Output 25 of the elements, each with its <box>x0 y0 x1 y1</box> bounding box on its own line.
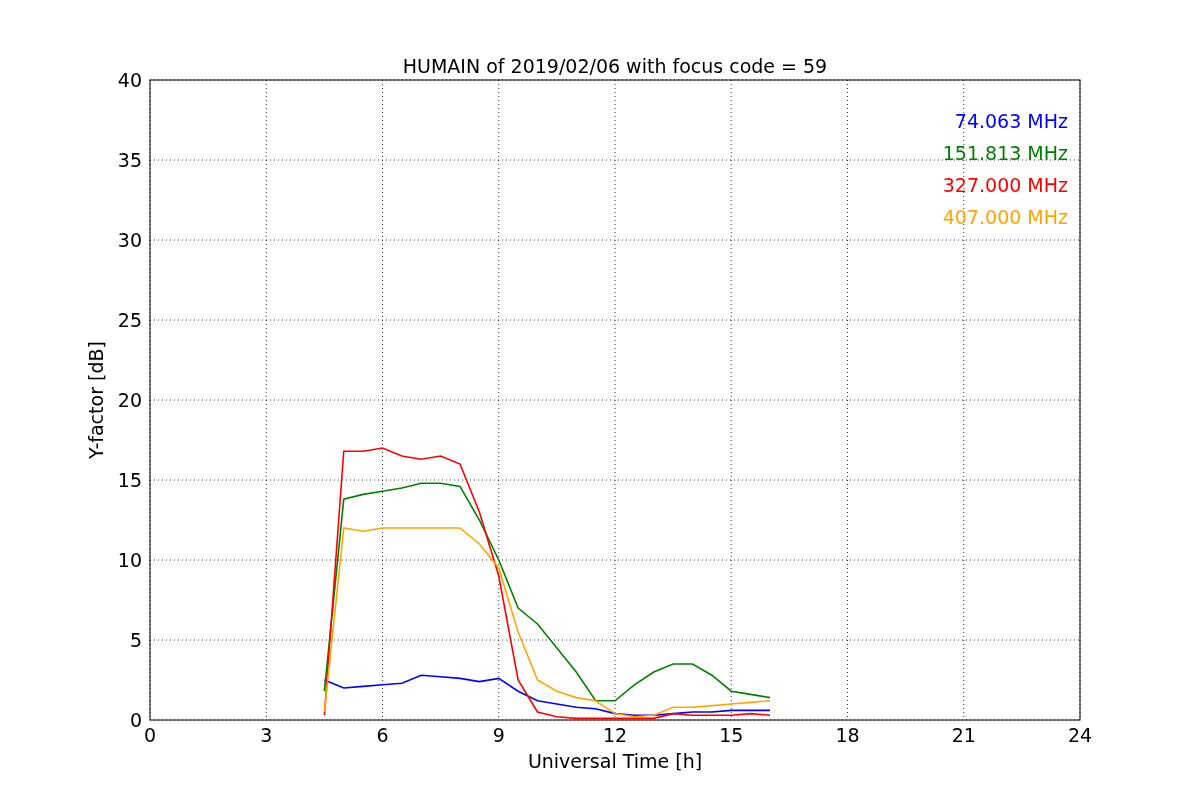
y-tick-label: 10 <box>117 549 142 571</box>
legend-label: 407.000 MHz <box>942 206 1068 228</box>
x-tick-label: 21 <box>951 724 976 746</box>
y-tick-label: 5 <box>129 629 142 651</box>
y-tick-label: 30 <box>117 229 142 251</box>
chart-title: HUMAIN of 2019/02/06 with focus code = 59 <box>402 55 828 77</box>
x-tick-label: 15 <box>719 724 744 746</box>
y-axis-label: Y-factor [dB] <box>85 341 107 459</box>
x-tick-label: 12 <box>602 724 628 746</box>
x-axis-label: Universal Time [h] <box>527 750 703 772</box>
x-tick-label: 9 <box>492 724 505 746</box>
y-tick-label: 40 <box>117 69 142 91</box>
y-tick-label: 25 <box>117 309 142 331</box>
x-tick-label: 0 <box>143 724 157 746</box>
y-tick-label: 35 <box>117 149 142 171</box>
legend-label: 327.000 MHz <box>942 174 1068 196</box>
x-tick-label: 3 <box>260 724 273 746</box>
y-tick-label: 15 <box>117 469 142 491</box>
y-tick-label: 20 <box>117 389 142 411</box>
x-tick-label: 18 <box>835 724 860 746</box>
x-tick-label: 6 <box>376 724 389 746</box>
y-tick-label: 0 <box>129 709 142 731</box>
legend-label: 151.813 MHz <box>942 142 1068 164</box>
x-tick-label: 24 <box>1067 724 1093 746</box>
legend-label: 74.063 MHz <box>954 110 1068 132</box>
